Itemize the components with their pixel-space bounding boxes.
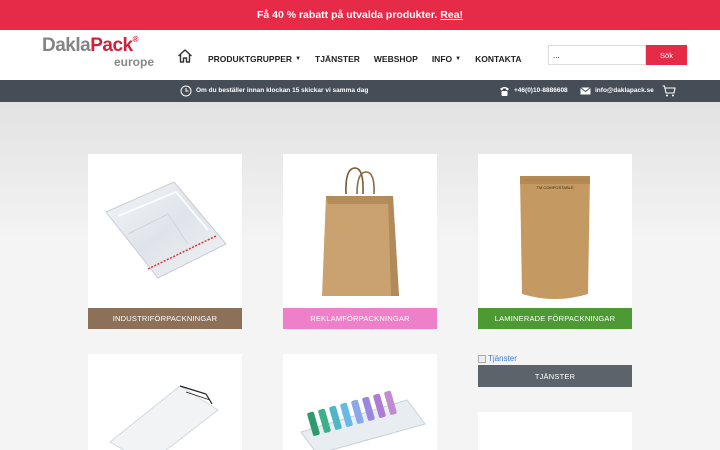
cart-icon[interactable] <box>662 85 676 97</box>
nav-item-webshop[interactable]: WEBSHOP <box>374 54 418 64</box>
search-button[interactable]: Sök <box>646 45 687 65</box>
promo-banner: Få 40 % rabatt på utvalda produkter. Rea… <box>0 0 720 30</box>
chevron-down-icon: ▼ <box>455 56 462 62</box>
category-card-tjanster[interactable]: TJÄNSTER <box>478 365 632 387</box>
category-card-extra[interactable] <box>478 412 632 450</box>
header: DaklaPack® europe PRODUKTGRUPPER ▼ TJÄNST… <box>0 30 720 80</box>
clock-icon <box>180 85 192 97</box>
logo-text-a: Dakla <box>42 35 91 56</box>
nav-item-kontakta[interactable]: KONTAKTA <box>475 54 521 64</box>
promo-text: Få 40 % rabatt på utvalda produkter. <box>256 9 438 21</box>
logo-reg: ® <box>132 35 139 44</box>
nav-item-produktgrupper[interactable]: PRODUKTGRUPPER ▼ <box>208 54 301 64</box>
logo-subtext: europe <box>113 55 154 69</box>
mail-icon <box>580 87 591 95</box>
nav-item-tjanster[interactable]: TJÄNSTER <box>315 54 360 64</box>
category-label: INDUSTRIFÖRPACKNINGAR <box>88 308 242 329</box>
category-label: TJÄNSTER <box>478 365 632 387</box>
broken-image-alt: Tjänster <box>488 354 517 363</box>
nav-item-info[interactable]: INFO ▼ <box>432 54 461 64</box>
phone-link[interactable]: +46(0)10-8886608 <box>514 87 568 94</box>
category-card-industri[interactable]: INDUSTRIFÖRPACKNINGAR <box>88 154 242 329</box>
email-link[interactable]: info@daklapack.se <box>595 87 654 94</box>
broken-image: Tjänster <box>478 354 517 363</box>
paper-bag-image <box>322 167 399 296</box>
logo[interactable]: DaklaPack® europe <box>42 35 154 73</box>
shipping-info: Om du beställer innan klockan 15 skickar… <box>196 87 369 94</box>
category-card-laminerade[interactable]: TM COMPOSTABLE LAMINERADE FÖRPACKNINGAR <box>478 154 632 329</box>
category-label: REKLAMFÖRPACKNINGAR <box>283 308 437 329</box>
ziplock-bag-image <box>105 181 227 279</box>
home-icon[interactable] <box>177 48 193 64</box>
stand-up-pouch-image: TM COMPOSTABLE <box>520 176 590 299</box>
phone-icon <box>500 87 509 96</box>
mailer-bag-image <box>109 385 219 450</box>
category-card-mailer[interactable] <box>88 354 242 450</box>
promo-link[interactable]: Rea! <box>440 9 463 21</box>
logo-text-b: Pack <box>90 35 133 56</box>
tube-tray-image <box>300 390 426 450</box>
chevron-down-icon: ▼ <box>295 56 302 62</box>
pouch-print: TM COMPOSTABLE <box>536 185 573 190</box>
category-card-reklam[interactable]: REKLAMFÖRPACKNINGAR <box>283 154 437 329</box>
broken-image-icon <box>478 354 486 363</box>
search-input[interactable] <box>548 45 646 65</box>
category-card-medical[interactable] <box>283 354 437 450</box>
category-label: LAMINERADE FÖRPACKNINGAR <box>478 308 632 329</box>
main-nav: PRODUKTGRUPPER ▼ TJÄNSTER WEBSHOP INFO ▼ K… <box>208 54 522 64</box>
info-bar: Om du beställer innan klockan 15 skickar… <box>0 80 720 102</box>
